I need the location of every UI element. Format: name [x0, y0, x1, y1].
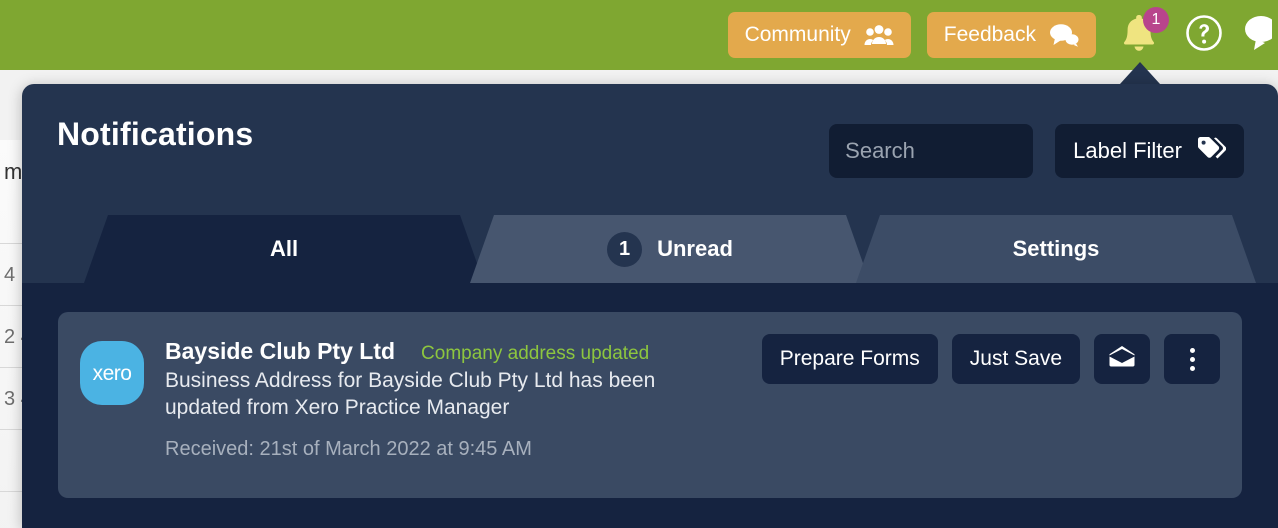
chat-button[interactable]	[1242, 13, 1272, 57]
feedback-button[interactable]: Feedback	[926, 12, 1096, 58]
label-filter-button[interactable]: Label Filter	[1055, 124, 1244, 178]
top-navigation-bar: Community Feedback 1	[0, 0, 1278, 70]
panel-header: Notifications Label Filter	[22, 84, 1278, 215]
notification-item[interactable]: xero Bayside Club Pty Ltd Company addres…	[58, 312, 1242, 498]
notification-timestamp: Received: 21st of March 2022 at 9:45 AM	[165, 437, 532, 460]
tab-settings[interactable]: Settings	[856, 215, 1256, 283]
people-icon	[864, 24, 894, 46]
open-envelope-icon	[1108, 345, 1136, 373]
tab-all-label: All	[269, 236, 299, 261]
notification-company-name: Bayside Club Pty Ltd	[165, 338, 396, 364]
tab-settings-label: Settings	[1012, 236, 1100, 261]
chat-bubble-icon	[1242, 13, 1272, 57]
question-circle-icon	[1184, 13, 1224, 58]
prepare-forms-button[interactable]: Prepare Forms	[761, 334, 938, 384]
screen: mp 4 2 4 3 4 Community Feedback 1 Notifi…	[0, 0, 1278, 528]
mark-as-read-button[interactable]	[1094, 334, 1150, 384]
notification-actions: Prepare Forms Just Save	[761, 334, 1220, 384]
page-title: Notifications	[57, 116, 254, 152]
notifications-bell-button[interactable]: 1	[1112, 7, 1169, 62]
feedback-button-label: Feedback	[943, 23, 1036, 46]
notification-list: xero Bayside Club Pty Ltd Company addres…	[22, 283, 1278, 528]
just-save-button[interactable]: Just Save	[951, 334, 1080, 384]
xero-logo-text: xero	[92, 361, 132, 385]
panel-header-controls: Label Filter	[829, 124, 1244, 178]
label-filter-label: Label Filter	[1073, 138, 1182, 163]
tab-unread-count: 1	[607, 231, 643, 267]
community-button[interactable]: Community	[727, 12, 911, 58]
tag-icon	[1196, 135, 1227, 167]
panel-pointer-caret	[1120, 62, 1160, 84]
tab-unread[interactable]: 1 Unread	[470, 215, 870, 283]
speech-bubble-icon	[1049, 23, 1079, 47]
notifications-badge: 1	[1143, 7, 1169, 33]
three-dots-vertical-icon	[1189, 347, 1195, 371]
more-options-button[interactable]	[1164, 334, 1220, 384]
tab-bar: All 1 Unread Settings	[22, 215, 1278, 283]
help-button[interactable]	[1182, 13, 1226, 57]
tab-all[interactable]: All	[84, 215, 484, 283]
community-button-label: Community	[744, 23, 851, 46]
tab-unread-label: Unread	[657, 236, 733, 261]
notification-description: Business Address for Bayside Club Pty Lt…	[165, 369, 656, 419]
xero-logo-icon: xero	[80, 341, 144, 405]
notifications-panel: Notifications Label Filter	[22, 84, 1278, 528]
search-box[interactable]	[829, 124, 1159, 178]
status-badge: Company address updated	[421, 343, 650, 364]
